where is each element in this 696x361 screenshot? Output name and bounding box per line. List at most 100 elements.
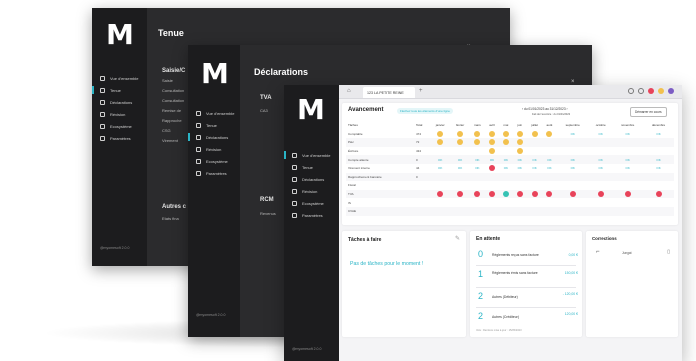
sidebar-item-revision[interactable]: Révision — [92, 108, 147, 120]
sidebar-item-revision[interactable]: Révision — [284, 185, 339, 197]
status-cell[interactable] — [499, 198, 513, 207]
start-button[interactable]: Démarrer en cours — [630, 107, 667, 117]
status-cell[interactable]: OK — [643, 155, 674, 164]
status-cell[interactable] — [470, 181, 485, 190]
sidebar-item-declarations[interactable]: Déclarations — [92, 96, 147, 108]
status-cell[interactable] — [542, 206, 557, 216]
status-cell[interactable]: OK — [612, 164, 643, 173]
status-cell[interactable]: OK — [513, 164, 527, 173]
menu-link[interactable]: CSG — [162, 128, 171, 133]
status-cell[interactable] — [542, 189, 557, 199]
status-cell[interactable] — [542, 130, 556, 139]
status-cell[interactable] — [589, 147, 612, 156]
status-cell[interactable] — [526, 138, 543, 147]
status-cell[interactable] — [589, 138, 613, 147]
status-cell[interactable]: OK — [470, 164, 485, 173]
status-cell[interactable] — [430, 138, 451, 147]
status-cell[interactable] — [513, 147, 527, 156]
status-cell[interactable] — [450, 130, 469, 139]
status-cell[interactable] — [542, 138, 557, 147]
table-row[interactable]: Fiscal — [346, 181, 674, 190]
status-cell[interactable] — [469, 189, 486, 199]
status-cell[interactable] — [485, 198, 499, 207]
sidebar-item-ecosysteme[interactable]: Ecosystème — [188, 155, 240, 167]
status-cell[interactable]: OK — [542, 155, 557, 164]
alert-icon[interactable] — [658, 88, 664, 94]
status-cell[interactable] — [499, 130, 513, 139]
status-cell[interactable] — [485, 181, 499, 190]
status-cell[interactable] — [470, 130, 485, 139]
status-cell[interactable]: OK — [612, 130, 643, 139]
menu-link[interactable]: Etats fina — [162, 216, 179, 221]
status-cell[interactable]: OK — [527, 164, 543, 173]
status-cell[interactable] — [527, 198, 543, 207]
menu-link[interactable]: CA3 — [260, 108, 268, 113]
status-cell[interactable] — [589, 181, 612, 190]
attente-label[interactable]: Autres (Créditeur) — [492, 315, 519, 319]
status-cell[interactable] — [430, 172, 451, 182]
status-cell[interactable] — [556, 138, 590, 147]
status-cell[interactable] — [556, 206, 590, 216]
status-cell[interactable] — [430, 130, 450, 139]
status-cell[interactable] — [499, 147, 513, 156]
trash-icon[interactable]: ▯ — [667, 249, 670, 255]
status-cell[interactable] — [589, 189, 613, 199]
status-cell[interactable] — [450, 147, 469, 156]
status-cell[interactable] — [485, 206, 499, 216]
status-cell[interactable] — [643, 189, 674, 199]
menu-link[interactable]: Virement — [162, 138, 178, 143]
status-cell[interactable] — [556, 198, 589, 207]
sidebar-item-overview[interactable]: Vue d'ensemble — [284, 149, 339, 161]
status-cell[interactable] — [430, 189, 451, 199]
status-cell[interactable] — [485, 164, 499, 173]
status-cell[interactable] — [612, 138, 644, 147]
status-cell[interactable] — [450, 172, 470, 182]
status-cell[interactable]: OK — [526, 155, 543, 164]
status-cell[interactable] — [498, 189, 513, 199]
settings-icon[interactable] — [638, 88, 644, 94]
status-cell[interactable] — [513, 181, 527, 190]
status-cell[interactable] — [643, 181, 674, 190]
status-cell[interactable]: OK — [589, 130, 612, 139]
status-cell[interactable] — [485, 147, 499, 156]
status-cell[interactable]: OK — [589, 164, 612, 173]
status-cell[interactable]: OK — [589, 155, 613, 164]
sidebar-item-overview[interactable]: Vue d'ensemble — [92, 72, 147, 84]
status-cell[interactable]: OK — [556, 155, 590, 164]
status-cell[interactable] — [556, 147, 589, 156]
status-cell[interactable] — [589, 198, 612, 207]
menu-link[interactable]: Consultation — [162, 88, 184, 93]
sidebar-item-tenue[interactable]: Tenue — [188, 119, 240, 131]
status-cell[interactable] — [485, 172, 499, 182]
notification-icon[interactable] — [648, 88, 654, 94]
avatar[interactable] — [668, 88, 674, 94]
status-cell[interactable] — [469, 138, 486, 147]
status-cell[interactable]: OK — [450, 155, 470, 164]
sidebar-item-revision[interactable]: Révision — [188, 143, 240, 155]
status-cell[interactable] — [643, 206, 674, 216]
status-cell[interactable]: OK — [485, 155, 499, 164]
status-cell[interactable]: OK — [643, 130, 674, 139]
status-cell[interactable]: OK — [430, 164, 450, 173]
table-row[interactable]: Compte attente 0 OK OK OK OK OK OK OK OK OK OK OK OK — [346, 155, 674, 164]
status-cell[interactable] — [643, 198, 674, 207]
status-cell[interactable] — [470, 147, 485, 156]
table-row[interactable]: TVA — [346, 189, 674, 199]
table-row[interactable]: Écriture 434 — [346, 147, 674, 156]
sidebar-item-parametres[interactable]: Paramètres — [284, 209, 339, 221]
edit-icon[interactable]: ✎ — [455, 235, 460, 242]
home-icon[interactable]: ⌂ — [347, 88, 351, 94]
status-cell[interactable] — [527, 181, 543, 190]
status-cell[interactable] — [556, 181, 589, 190]
status-cell[interactable] — [643, 172, 674, 182]
status-cell[interactable] — [556, 189, 590, 199]
status-cell[interactable] — [513, 130, 527, 139]
table-row[interactable]: CVAE — [346, 206, 674, 216]
status-cell[interactable]: OK — [542, 164, 556, 173]
status-cell[interactable] — [526, 172, 543, 182]
sidebar-item-parametres[interactable]: Paramètres — [188, 167, 240, 179]
status-cell[interactable]: OK — [556, 164, 589, 173]
status-cell[interactable]: OK — [469, 155, 486, 164]
attente-label[interactable]: Règlements reçus sans facture — [492, 253, 539, 257]
status-cell[interactable] — [430, 181, 450, 190]
